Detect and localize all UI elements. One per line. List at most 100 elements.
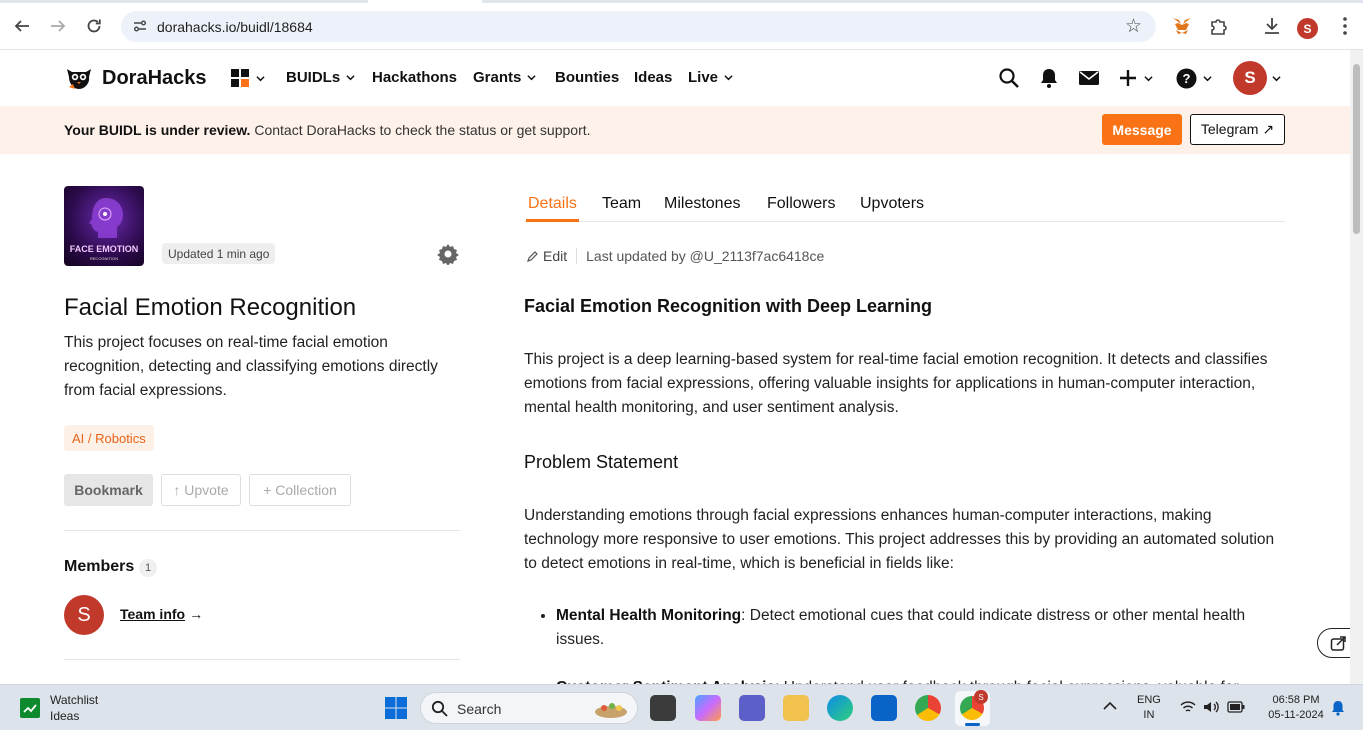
tab-milestones[interactable]: Milestones <box>664 195 740 213</box>
team-info-link[interactable]: Team info → <box>120 606 203 622</box>
scrollbar-thumb[interactable] <box>1353 64 1360 234</box>
apps-menu[interactable] <box>230 68 265 88</box>
tab-followers[interactable]: Followers <box>767 195 835 213</box>
taskbar-search[interactable]: Search <box>420 692 638 724</box>
forward-button[interactable] <box>43 11 73 41</box>
share-icon <box>1330 636 1346 651</box>
apps-grid-icon <box>231 69 249 87</box>
nav-live-label: Live <box>688 69 719 86</box>
extensions-puzzle-icon[interactable] <box>1208 15 1230 37</box>
browser-menu-icon[interactable] <box>1334 15 1356 37</box>
add-collection-button[interactable]: + Collection <box>249 474 351 506</box>
watchlist-widget[interactable]: Watchlist Ideas <box>20 692 98 724</box>
settings-gear-icon[interactable] <box>437 243 459 265</box>
active-app-indicator <box>965 723 980 726</box>
taskbar-search-label: Search <box>457 701 502 717</box>
article-heading: Facial Emotion Recognition with Deep Lea… <box>524 296 933 316</box>
system-clock[interactable]: 06:58 PM 05-11-2024 <box>1259 693 1333 723</box>
bookmark-button[interactable]: Bookmark <box>64 474 153 506</box>
notifications-bell-icon[interactable] <box>1038 67 1060 89</box>
nav-ideas[interactable]: Ideas <box>634 69 672 86</box>
message-button[interactable]: Message <box>1102 114 1182 145</box>
reload-button[interactable] <box>79 11 109 41</box>
category-tag[interactable]: AI / Robotics <box>64 425 154 451</box>
metamask-extension-icon[interactable] <box>1171 15 1193 37</box>
dorahacks-owl-icon <box>67 69 91 89</box>
profile-badge: S <box>974 690 988 704</box>
copilot-icon[interactable] <box>695 695 721 721</box>
chrome-active-app[interactable]: S <box>955 690 990 726</box>
notification-center-bell-icon[interactable] <box>1331 700 1345 716</box>
telegram-button[interactable]: Telegram ↗ <box>1190 114 1285 145</box>
nav-ideas-label: Ideas <box>634 69 673 86</box>
plus-icon <box>1120 70 1136 86</box>
divider <box>64 659 460 660</box>
nav-bounties[interactable]: Bounties <box>555 69 619 86</box>
create-menu[interactable] <box>1118 67 1158 89</box>
windows-taskbar: Watchlist Ideas Search S ENG IN 06:58 PM… <box>0 684 1363 730</box>
browser-profile-avatar[interactable]: S <box>1297 18 1318 39</box>
windows-start-icon[interactable] <box>385 697 407 719</box>
clock-date: 05-11-2024 <box>1268 709 1324 721</box>
task-view-icon[interactable] <box>650 695 676 721</box>
bookmark-star-icon[interactable]: ☆ <box>1125 15 1142 38</box>
help-menu[interactable]: ? <box>1176 67 1216 89</box>
review-message: Your BUIDL is under review. Contact Dora… <box>64 122 591 138</box>
nav-hackathons[interactable]: Hackathons <box>372 69 457 86</box>
input-language[interactable]: ENG IN <box>1137 693 1161 723</box>
nav-bounties-label: Bounties <box>555 69 620 86</box>
site-header: DoraHacks BUIDLs Hackathons Grants Bount… <box>0 50 1350 106</box>
nav-buidls-label: BUIDLs <box>286 69 341 86</box>
tab-team[interactable]: Team <box>602 195 641 213</box>
site-settings-icon[interactable] <box>131 17 149 35</box>
review-message-text: Contact DoraHacks to check the status or… <box>250 122 591 138</box>
search-icon[interactable] <box>998 67 1020 89</box>
members-count-badge: 1 <box>139 559 157 577</box>
nav-buidls[interactable]: BUIDLs <box>286 69 355 86</box>
back-button[interactable] <box>7 11 37 41</box>
chevron-down-icon <box>1144 75 1153 81</box>
tab-details[interactable]: Details <box>528 195 577 213</box>
project-title: Facial Emotion Recognition <box>64 294 357 321</box>
stock-chart-icon <box>20 698 40 718</box>
widget-title: Watchlist <box>50 693 99 707</box>
thumbnail-title: FACE EMOTION <box>69 244 139 254</box>
pencil-icon <box>527 251 538 262</box>
downloads-icon[interactable] <box>1261 15 1283 37</box>
page-scrollbar[interactable] <box>1350 50 1363 684</box>
help-question-icon: ? <box>1176 68 1197 88</box>
nav-grants-label: Grants <box>473 69 522 86</box>
messages-envelope-icon[interactable] <box>1078 67 1100 89</box>
chrome-icon[interactable] <box>915 695 941 721</box>
chevron-down-icon[interactable] <box>1272 74 1281 83</box>
url-text[interactable]: dorahacks.io/buidl/18684 <box>157 19 313 35</box>
review-message-bold: Your BUIDL is under review. <box>64 122 251 138</box>
file-explorer-icon[interactable] <box>783 695 809 721</box>
battery-icon[interactable] <box>1227 701 1245 713</box>
nav-grants[interactable]: Grants <box>473 69 536 86</box>
chevron-down-icon <box>346 75 355 81</box>
outlook-icon[interactable] <box>871 695 897 721</box>
user-avatar[interactable]: S <box>1233 61 1267 95</box>
problem-statement-paragraph: Understanding emotions through facial ex… <box>524 507 1275 572</box>
search-icon <box>431 700 448 717</box>
edit-label: Edit <box>543 248 568 264</box>
volume-icon[interactable] <box>1203 700 1219 714</box>
active-tab-underline <box>526 219 579 222</box>
project-description: This project focuses on real-time facial… <box>64 334 438 399</box>
teams-icon[interactable] <box>739 695 765 721</box>
address-bar[interactable]: dorahacks.io/buidl/18684 ☆ <box>121 11 1156 42</box>
edge-icon[interactable] <box>827 695 853 721</box>
browser-toolbar: dorahacks.io/buidl/18684 ☆ S <box>0 3 1363 50</box>
upvote-button[interactable]: ↑ Upvote <box>161 474 241 506</box>
chevron-up-icon[interactable] <box>1103 701 1117 711</box>
updated-badge: Updated 1 min ago <box>162 243 276 264</box>
team-info-label: Team info <box>120 606 186 622</box>
dorahacks-logo[interactable]: DoraHacks <box>64 63 207 93</box>
wifi-icon[interactable] <box>1180 700 1196 714</box>
tab-upvoters[interactable]: Upvoters <box>860 195 924 213</box>
nav-live[interactable]: Live <box>688 69 733 86</box>
edit-button[interactable]: Edit <box>527 248 567 264</box>
member-avatar[interactable]: S <box>64 595 104 635</box>
article-paragraph: This project is a deep learning-based sy… <box>524 351 1268 416</box>
